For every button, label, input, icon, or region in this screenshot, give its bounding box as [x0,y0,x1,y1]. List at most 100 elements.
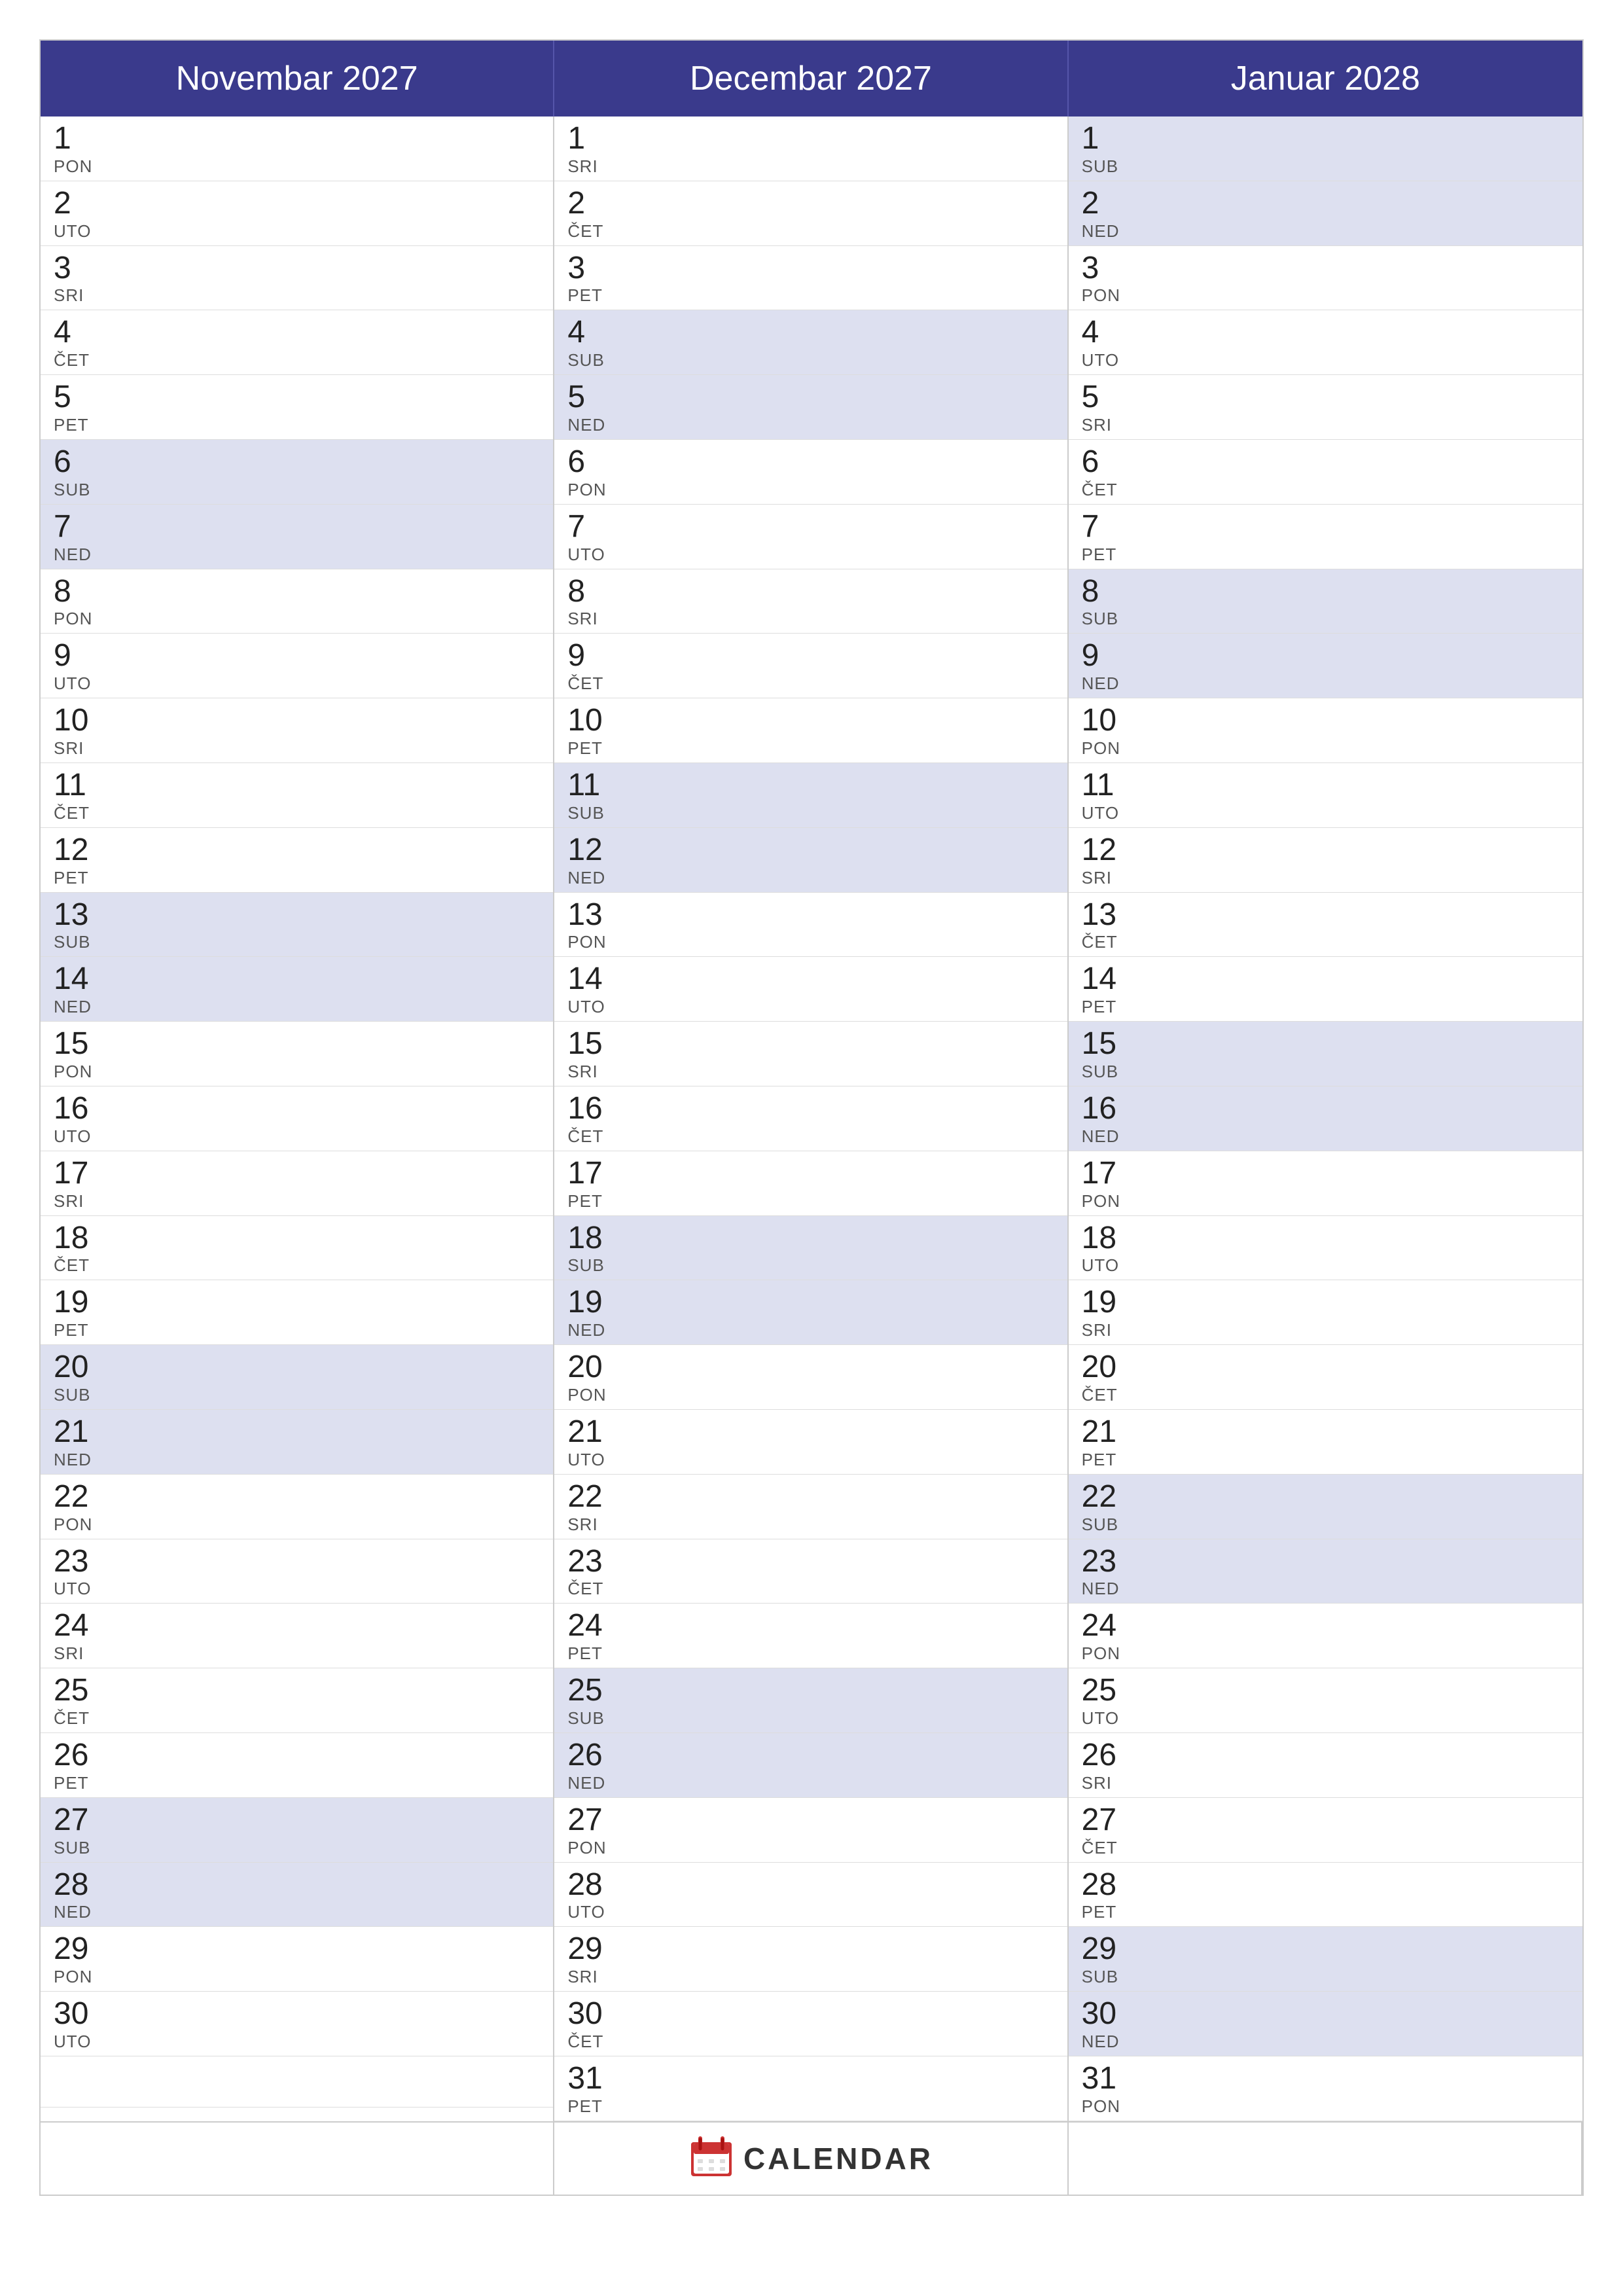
day-row: 30UTO [41,1992,553,2056]
day-number: 31 [567,2062,1054,2096]
day-row: 4ČET [41,310,553,375]
day-row: 27SUB [41,1798,553,1863]
day-name: UTO [54,2032,540,2052]
day-number: 21 [1082,1415,1569,1450]
day-number: 30 [567,1997,1054,2032]
day-row: 13SUB [41,893,553,958]
day-name: NED [1082,1579,1569,1599]
day-row: 19SRI [1069,1280,1582,1345]
day-name: SUB [54,1385,540,1405]
day-number: 27 [1082,1803,1569,1838]
day-name: ČET [1082,1385,1569,1405]
day-row: 11ČET [41,763,553,828]
month-title-jan: Januar 2028 [1069,41,1582,117]
day-row: 16NED [1069,1086,1582,1151]
day-row: 29SUB [1069,1927,1582,1992]
day-number: 16 [567,1092,1054,1126]
day-row: 31PON [1069,2056,1582,2121]
day-number: 28 [1082,1868,1569,1903]
day-name: SRI [1082,415,1569,435]
day-number: 3 [54,251,540,286]
day-number: 5 [567,380,1054,415]
day-row: 12NED [554,828,1067,893]
day-row: 15SUB [1069,1022,1582,1086]
day-row: 3PON [1069,246,1582,311]
day-row: 19PET [41,1280,553,1345]
day-row: 28UTO [554,1863,1067,1928]
day-name: NED [567,415,1054,435]
day-number: 25 [54,1674,540,1708]
day-number: 14 [1082,962,1569,997]
day-row: 23NED [1069,1539,1582,1604]
day-row: 19NED [554,1280,1067,1345]
day-number: 9 [1082,639,1569,673]
day-number: 19 [54,1285,540,1320]
day-row: 6PON [554,440,1067,505]
day-number: 1 [567,122,1054,156]
day-number: 21 [54,1415,540,1450]
day-row: 29SRI [554,1927,1067,1992]
day-row: 4UTO [1069,310,1582,375]
day-name: PET [54,415,540,435]
day-number: 17 [567,1157,1054,1191]
day-row: 5NED [554,375,1067,440]
day-name: SUB [567,350,1054,370]
day-row: 30NED [1069,1992,1582,2056]
day-number: 17 [54,1157,540,1191]
day-number: 25 [567,1674,1054,1708]
day-name: ČET [1082,480,1569,500]
day-name: NED [1082,221,1569,242]
day-number: 24 [567,1609,1054,1643]
day-name: PON [54,1967,540,1987]
day-row: 23UTO [41,1539,553,1604]
day-number: 8 [54,575,540,609]
day-row: 25SUB [554,1668,1067,1733]
day-name: SRI [54,1191,540,1211]
day-number: 16 [1082,1092,1569,1126]
day-name: PON [1082,1643,1569,1664]
day-row: 17SRI [41,1151,553,1216]
day-number: 2 [1082,187,1569,221]
day-number: 13 [1082,898,1569,933]
day-name: PET [54,1773,540,1793]
day-name: PET [1082,1450,1569,1470]
day-name: SUB [567,1255,1054,1276]
day-number: 10 [1082,704,1569,738]
day-name: UTO [1082,803,1569,823]
day-row: 12PET [41,828,553,893]
day-row: 14PET [1069,957,1582,1022]
day-number: 6 [567,445,1054,480]
day-number: 1 [54,122,540,156]
day-number: 15 [567,1027,1054,1062]
day-row: 23ČET [554,1539,1067,1604]
day-name: PET [567,1191,1054,1211]
day-name: PON [567,932,1054,952]
day-name: SRI [1082,1773,1569,1793]
day-row: 2UTO [41,181,553,246]
day-number: 4 [1082,315,1569,350]
day-number: 6 [1082,445,1569,480]
day-name: UTO [1082,350,1569,370]
day-row: 1SUB [1069,117,1582,181]
day-row: 15SRI [554,1022,1067,1086]
day-name: UTO [54,673,540,694]
day-number: 10 [54,704,540,738]
day-name: PON [1082,2096,1569,2117]
day-row: 9NED [1069,634,1582,698]
day-number: 9 [567,639,1054,673]
day-number: 18 [1082,1221,1569,1256]
day-number: 8 [1082,575,1569,609]
day-row: 25UTO [1069,1668,1582,1733]
day-name: SUB [54,480,540,500]
footer-calendar-text: CALENDAR [743,2141,933,2176]
day-number: 3 [567,251,1054,286]
day-name: SUB [1082,609,1569,629]
day-name: NED [54,1450,540,1470]
footer-logo-area: CALENDAR [554,2123,1068,2195]
day-number: 17 [1082,1157,1569,1191]
day-name: PET [567,1643,1054,1664]
day-row-empty [41,2056,553,2108]
day-name: PON [54,1062,540,1082]
day-row: 28PET [1069,1863,1582,1928]
day-number: 30 [1082,1997,1569,2032]
